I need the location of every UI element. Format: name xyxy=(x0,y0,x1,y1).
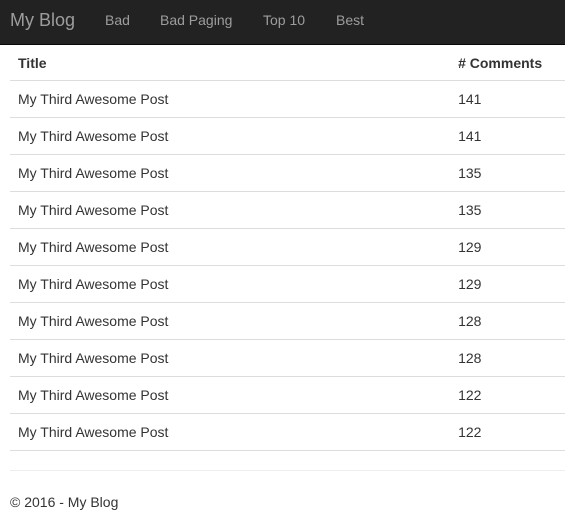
comment-count-cell: 141 xyxy=(450,117,565,155)
posts-table: Title # Comments My Third Awesome Post 1… xyxy=(10,45,565,451)
nav-link-best[interactable]: Best xyxy=(336,12,364,28)
comment-count-cell: 141 xyxy=(450,80,565,118)
comment-count-cell: 135 xyxy=(450,154,565,192)
comment-count-cell: 128 xyxy=(450,339,565,377)
nav-link-bad-paging[interactable]: Bad Paging xyxy=(160,12,232,28)
post-title-cell: My Third Awesome Post xyxy=(10,80,451,118)
post-title-cell: My Third Awesome Post xyxy=(10,376,451,414)
footer-divider xyxy=(10,470,565,471)
table-row: My Third Awesome Post 135 xyxy=(10,191,565,229)
table-row: My Third Awesome Post 128 xyxy=(10,339,565,377)
table-row: My Third Awesome Post 141 xyxy=(10,80,565,118)
table-row: My Third Awesome Post 129 xyxy=(10,228,565,266)
brand-link[interactable]: My Blog xyxy=(10,10,75,30)
table-row: My Third Awesome Post 128 xyxy=(10,302,565,340)
table-row: My Third Awesome Post 135 xyxy=(10,154,565,192)
navbar: My Blog Bad Bad Paging Top 10 Best xyxy=(0,0,565,45)
post-title-cell: My Third Awesome Post xyxy=(10,265,451,303)
table-row: My Third Awesome Post 129 xyxy=(10,265,565,303)
post-title-cell: My Third Awesome Post xyxy=(10,413,451,451)
post-title-cell: My Third Awesome Post xyxy=(10,302,451,340)
post-title-cell: My Third Awesome Post xyxy=(10,117,451,155)
nav-link-top-10[interactable]: Top 10 xyxy=(263,12,305,28)
table-row: My Third Awesome Post 122 xyxy=(10,413,565,451)
comment-count-cell: 129 xyxy=(450,265,565,303)
post-title-cell: My Third Awesome Post xyxy=(10,191,451,229)
table-row: My Third Awesome Post 122 xyxy=(10,376,565,414)
comment-count-cell: 128 xyxy=(450,302,565,340)
nav-link-bad[interactable]: Bad xyxy=(105,12,130,28)
table-body: My Third Awesome Post 141 My Third Aweso… xyxy=(10,80,565,451)
post-title-cell: My Third Awesome Post xyxy=(10,228,451,266)
footer-copyright: © 2016 - My Blog xyxy=(10,494,119,510)
column-header-title: Title xyxy=(10,45,451,81)
table-header: Title # Comments xyxy=(10,45,565,81)
table-row: My Third Awesome Post 141 xyxy=(10,117,565,155)
table-header-row: Title # Comments xyxy=(10,45,565,81)
post-title-cell: My Third Awesome Post xyxy=(10,154,451,192)
post-title-cell: My Third Awesome Post xyxy=(10,339,451,377)
comment-count-cell: 122 xyxy=(450,376,565,414)
column-header-comments: # Comments xyxy=(450,45,565,81)
comment-count-cell: 122 xyxy=(450,413,565,451)
comment-count-cell: 129 xyxy=(450,228,565,266)
comment-count-cell: 135 xyxy=(450,191,565,229)
